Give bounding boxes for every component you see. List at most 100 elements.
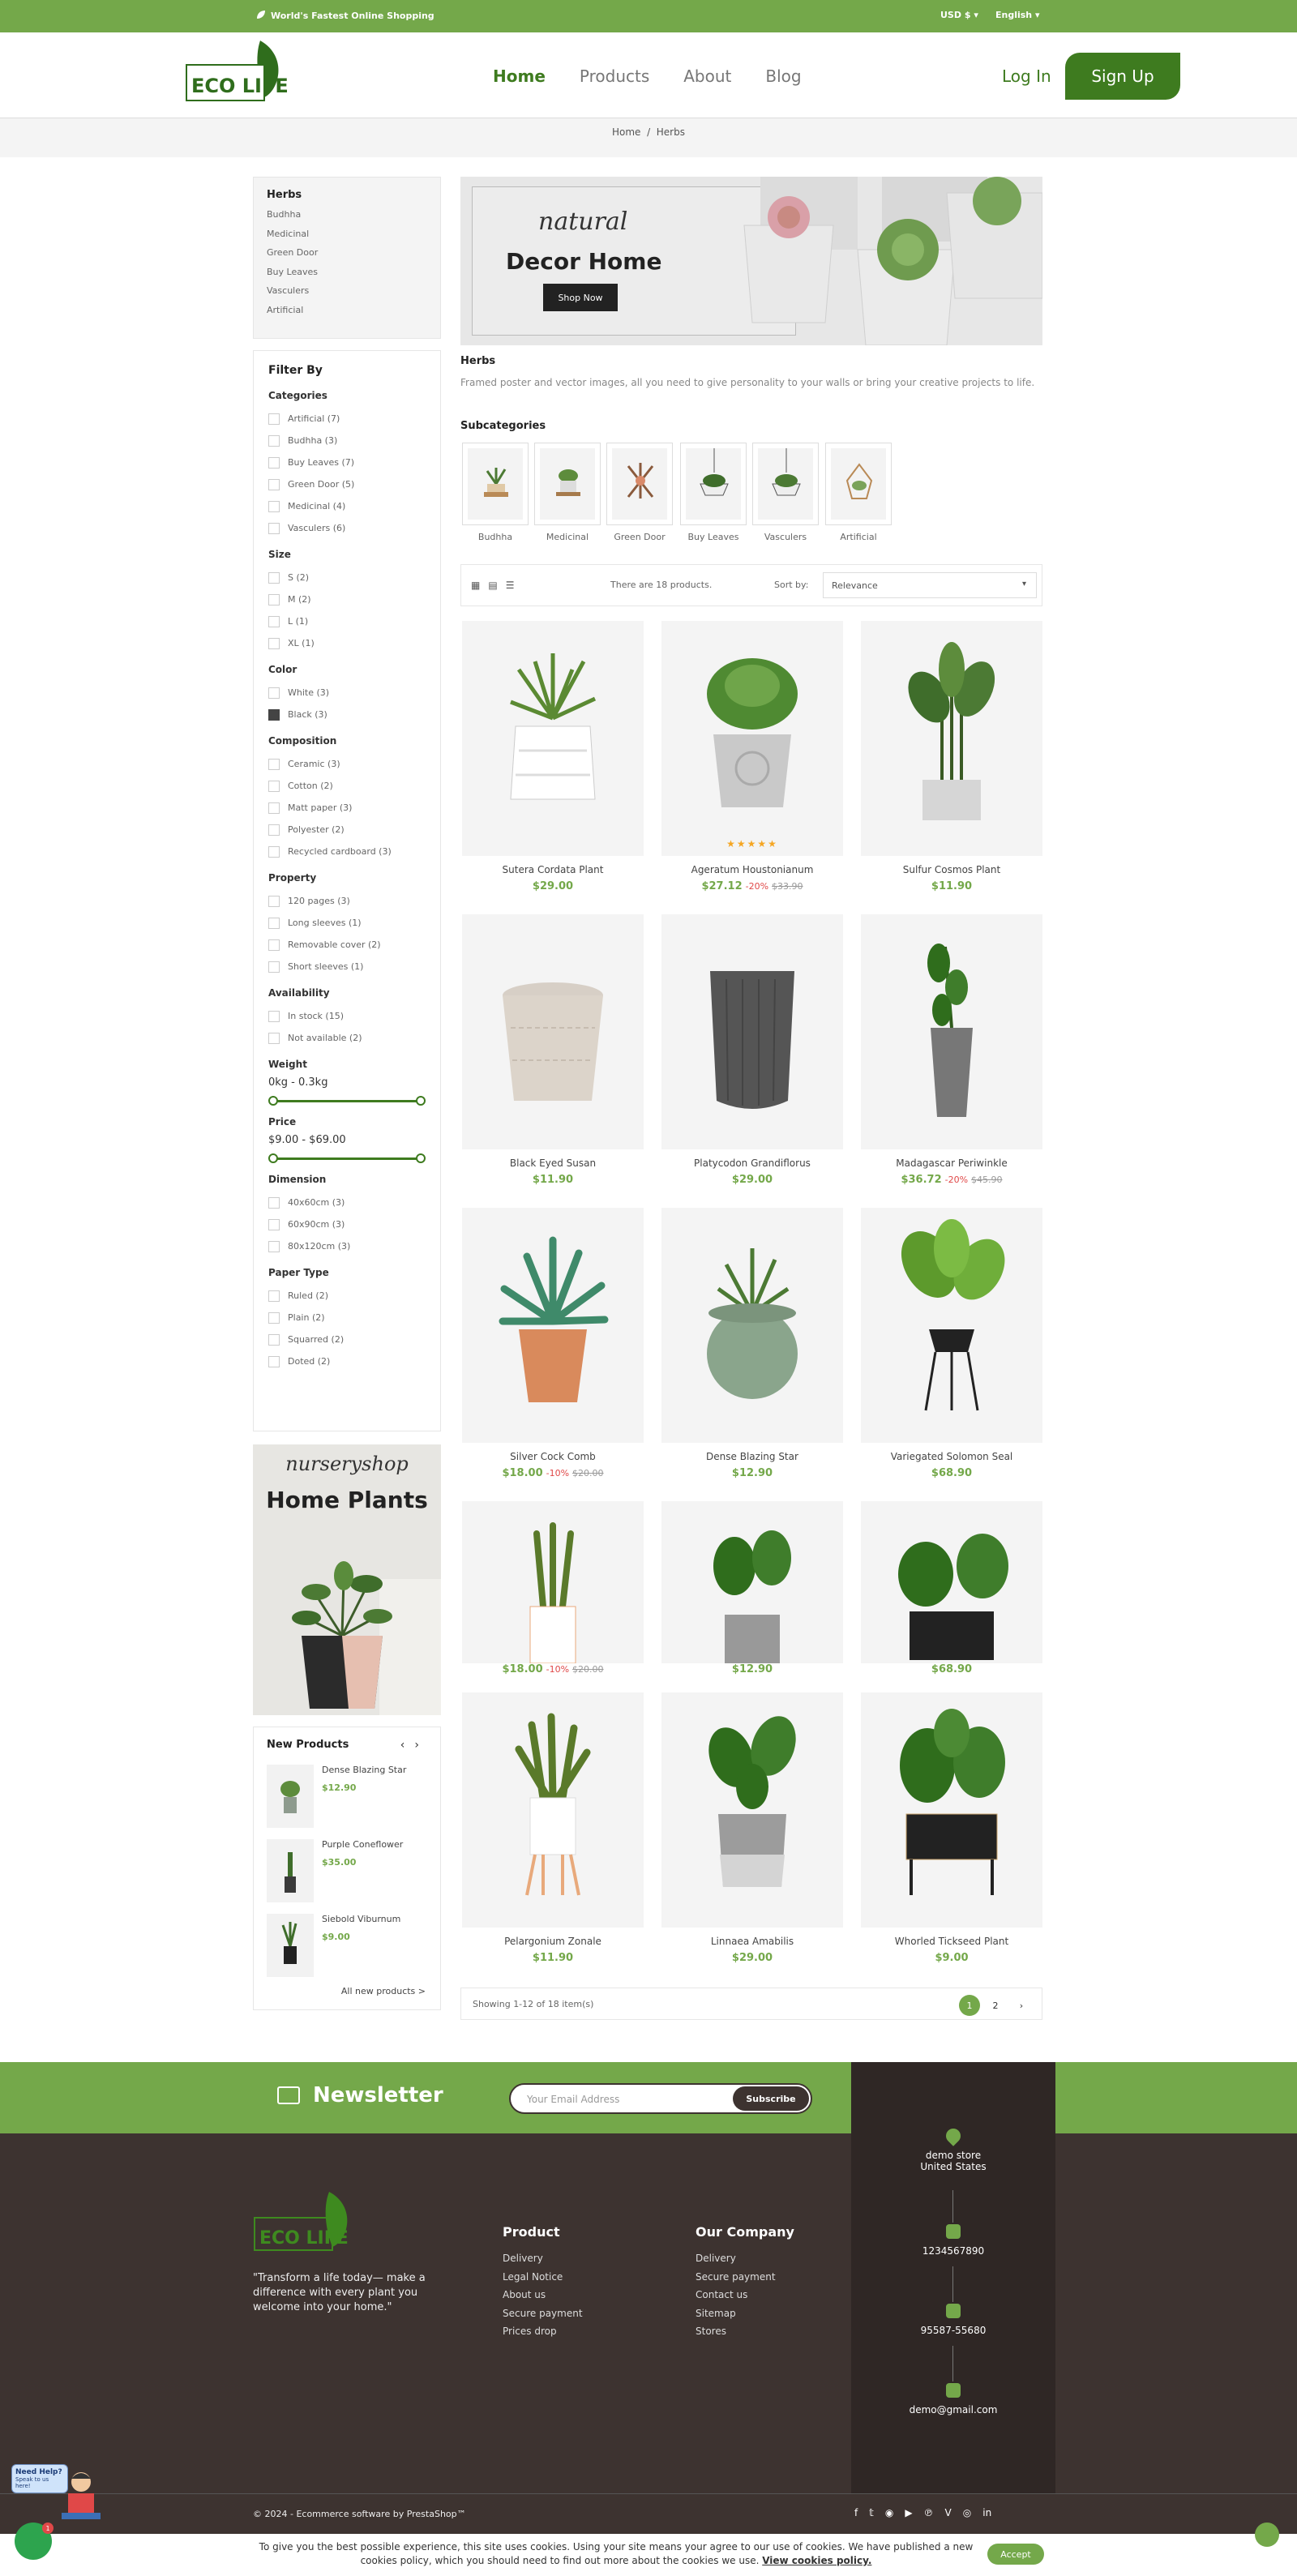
vimeo-icon[interactable]: V: [945, 2507, 952, 2518]
product-name[interactable]: Sutera Cordata Plant: [462, 864, 644, 875]
nav-about[interactable]: About: [683, 66, 731, 86]
filter-option[interactable]: In stock (15): [268, 1005, 426, 1027]
slider-handle-max[interactable]: [416, 1153, 426, 1163]
next-page-button[interactable]: ›: [1011, 1995, 1032, 2016]
footer-link[interactable]: Sitemap: [696, 2308, 794, 2326]
product-image[interactable]: ★★★★★: [661, 621, 843, 856]
slider-handle-min[interactable]: [268, 1096, 278, 1106]
product-name[interactable]: Variegated Solomon Seal: [861, 1451, 1042, 1462]
footer-link[interactable]: Legal Notice: [503, 2271, 583, 2290]
product-name[interactable]: Siebold Viburnum: [322, 1914, 400, 1924]
filter-option[interactable]: L (1): [268, 610, 426, 632]
facebook-icon[interactable]: f: [854, 2507, 858, 2518]
checkbox[interactable]: [268, 478, 280, 490]
product-thumbnail[interactable]: [267, 1839, 314, 1902]
subcategory-image[interactable]: [606, 443, 673, 525]
checkbox[interactable]: [268, 824, 280, 836]
filter-option[interactable]: Buy Leaves (7): [268, 451, 426, 473]
twitter-icon[interactable]: 𝕥: [869, 2507, 874, 2518]
filter-option[interactable]: Black (3): [268, 704, 426, 725]
product-name[interactable]: Linnaea Amabilis: [661, 1936, 843, 1947]
all-new-products-link[interactable]: All new products >: [341, 1986, 426, 1996]
footer-link[interactable]: Secure payment: [696, 2271, 794, 2290]
checkbox[interactable]: [268, 1355, 280, 1367]
subcategory-label[interactable]: Green Door: [606, 532, 673, 542]
filter-option[interactable]: 40x60cm (3): [268, 1192, 426, 1213]
grid-view-icon[interactable]: ▦: [471, 580, 480, 591]
new-product-item[interactable]: Purple Coneflower $35.00: [267, 1839, 429, 1904]
currency-selector[interactable]: USD $ ▾: [940, 10, 978, 20]
chevron-left-icon[interactable]: ‹: [400, 1739, 415, 1752]
product-image[interactable]: [661, 1501, 843, 1663]
login-link[interactable]: Log In: [1002, 66, 1051, 86]
footer-link[interactable]: Secure payment: [503, 2308, 583, 2326]
product-name[interactable]: Purple Coneflower: [322, 1839, 403, 1850]
filter-option[interactable]: Doted (2): [268, 1350, 426, 1372]
filter-option[interactable]: 60x90cm (3): [268, 1213, 426, 1235]
product-name[interactable]: Sulfur Cosmos Plant: [861, 864, 1042, 875]
youtube-icon[interactable]: ▶: [905, 2507, 912, 2518]
filter-option[interactable]: Medicinal (4): [268, 495, 426, 517]
rss-icon[interactable]: ◉: [885, 2507, 893, 2518]
site-logo[interactable]: ECO LIFE: [183, 32, 297, 110]
checkbox[interactable]: [268, 845, 280, 858]
grid-large-view-icon[interactable]: ▤: [488, 580, 497, 591]
checkbox[interactable]: [268, 615, 280, 627]
product-card[interactable]: Silver Cock Comb $18.00 -10% $20.00: [462, 1208, 644, 1479]
product-card[interactable]: Sutera Cordata Plant $29.00: [462, 621, 644, 892]
product-card[interactable]: Whorled Tickseed Plant $9.00: [861, 1692, 1042, 1964]
scroll-to-top-button[interactable]: [1255, 2523, 1279, 2547]
filter-option[interactable]: M (2): [268, 588, 426, 610]
footer-link[interactable]: About us: [503, 2289, 583, 2308]
subcategory-card[interactable]: Green Door: [606, 443, 673, 542]
filter-option[interactable]: Short sleeves (1): [268, 956, 426, 978]
filter-option[interactable]: White (3): [268, 682, 426, 704]
filter-option[interactable]: Plain (2): [268, 1307, 426, 1329]
product-image[interactable]: [462, 914, 644, 1149]
category-tree-title[interactable]: Herbs: [267, 189, 427, 201]
filter-option[interactable]: Long sleeves (1): [268, 912, 426, 934]
subcategory-label[interactable]: Artificial: [825, 532, 892, 542]
color-swatch-black[interactable]: [268, 708, 280, 721]
language-selector[interactable]: English ▾: [995, 10, 1040, 20]
product-card[interactable]: Variegated Solomon Seal $68.90: [861, 1208, 1042, 1479]
product-card[interactable]: ★★★★★ Ageratum Houstonianum $27.12 -20% $3…: [661, 621, 843, 892]
product-card[interactable]: Pelargonium Zonale $11.90: [462, 1692, 644, 1964]
filter-option[interactable]: 80x120cm (3): [268, 1235, 426, 1257]
checkbox[interactable]: [268, 1333, 280, 1346]
filter-option[interactable]: Ruled (2): [268, 1285, 426, 1307]
shop-now-button[interactable]: Shop Now: [543, 284, 618, 311]
checkbox[interactable]: [268, 1032, 280, 1044]
checkbox[interactable]: [268, 1290, 280, 1302]
checkbox[interactable]: [268, 1218, 280, 1230]
new-product-item[interactable]: Dense Blazing Star $12.90: [267, 1765, 429, 1829]
category-link[interactable]: Vasculers: [267, 285, 427, 305]
footer-logo[interactable]: ECO LIFE: [251, 2189, 365, 2261]
checkbox[interactable]: [268, 780, 280, 792]
filter-option[interactable]: Cotton (2): [268, 775, 426, 797]
page-2-button[interactable]: 2: [985, 1995, 1006, 2016]
filter-option[interactable]: Budhha (3): [268, 430, 426, 451]
checkbox[interactable]: [268, 917, 280, 929]
product-name[interactable]: Ageratum Houstonianum: [661, 864, 843, 875]
filter-option[interactable]: Vasculers (6): [268, 517, 426, 539]
product-image[interactable]: [861, 1692, 1042, 1928]
new-product-item[interactable]: Siebold Viburnum $9.00: [267, 1914, 429, 1979]
product-image[interactable]: [462, 1501, 644, 1663]
footer-link[interactable]: Stores: [696, 2326, 794, 2344]
product-image[interactable]: [661, 1208, 843, 1443]
footer-link[interactable]: Contact us: [696, 2289, 794, 2308]
filter-option[interactable]: Artificial (7): [268, 408, 426, 430]
instagram-icon[interactable]: ◎: [963, 2507, 971, 2518]
subcategory-card[interactable]: Vasculers: [752, 443, 819, 542]
filter-option[interactable]: Green Door (5): [268, 473, 426, 495]
footer-link[interactable]: Delivery: [696, 2253, 794, 2271]
subcategory-image[interactable]: [680, 443, 747, 525]
product-thumbnail[interactable]: [267, 1914, 314, 1977]
category-link[interactable]: Artificial: [267, 305, 427, 324]
product-card[interactable]: Platycodon Grandiflorus $29.00: [661, 914, 843, 1186]
product-name[interactable]: Dense Blazing Star: [661, 1451, 843, 1462]
checkbox[interactable]: [268, 802, 280, 814]
checkbox[interactable]: [268, 758, 280, 770]
product-image[interactable]: [861, 621, 1042, 856]
